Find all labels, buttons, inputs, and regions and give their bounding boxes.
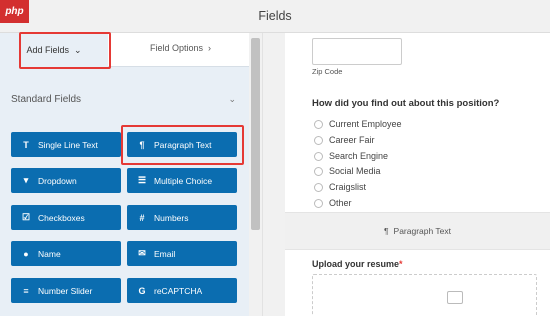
inbox-upload-icon: [447, 291, 463, 304]
required-mark: *: [399, 259, 403, 269]
radio-circle[interactable]: [314, 166, 323, 176]
option-label: Social Media: [329, 166, 381, 176]
envelope-icon: ✉: [138, 248, 146, 258]
slider-icon: ≡: [23, 285, 29, 296]
zip-code-input[interactable]: [312, 38, 402, 65]
radio-option[interactable]: Social Media: [314, 166, 381, 176]
list-icon: ☰: [137, 175, 147, 185]
button-label: Dropdown: [38, 175, 77, 186]
button-label: Checkboxes: [38, 212, 85, 223]
button-label: reCAPTCHA: [154, 285, 203, 296]
option-label: Craigslist: [329, 182, 367, 192]
tab-field-options-label: Field Options: [150, 43, 204, 53]
paragraph-field-label: Paragraph Text: [393, 226, 452, 236]
file-upload-dropzone[interactable]: [312, 274, 537, 316]
chevron-right-icon: ›: [208, 43, 212, 53]
button-label: Numbers: [154, 212, 189, 223]
tab-field-options[interactable]: Field Options ›: [150, 43, 211, 53]
scrollbar-thumb[interactable]: [251, 38, 260, 230]
button-label: Name: [38, 248, 61, 259]
radio-option[interactable]: Search Engine: [314, 151, 388, 161]
upload-label-text: Upload your resume: [312, 259, 400, 269]
option-label: Current Employee: [329, 119, 402, 129]
radio-circle[interactable]: [314, 198, 323, 208]
dropdown-icon: ▾: [23, 175, 29, 185]
page-title: Fields: [258, 9, 292, 23]
top-bar: php Fields: [0, 0, 550, 33]
text-icon: T: [23, 139, 29, 150]
question-label: How did you find out about this position…: [312, 98, 500, 109]
option-label: Search Engine: [329, 151, 389, 161]
radio-circle[interactable]: [314, 135, 323, 145]
upload-label: Upload your resume*: [312, 259, 403, 269]
add-single-line-text-button[interactable]: T Single Line Text: [11, 132, 121, 157]
user-icon: ●: [23, 248, 29, 259]
section-title: Standard Fields: [11, 94, 82, 105]
button-label: Single Line Text: [38, 139, 98, 150]
add-name-button[interactable]: ● Name: [11, 241, 121, 266]
radio-circle[interactable]: [314, 119, 323, 129]
option-label: Other: [329, 198, 352, 208]
radio-circle[interactable]: [314, 182, 323, 192]
zip-code-label: Zip Code: [312, 67, 343, 76]
paragraph-text-field-placeholder[interactable]: ¶ Paragraph Text: [285, 212, 550, 250]
button-label: Number Slider: [38, 285, 93, 296]
chevron-down-icon: ⌄: [228, 94, 236, 104]
panel-divider: [262, 33, 285, 316]
google-icon: G: [138, 285, 146, 296]
add-multiple-choice-button[interactable]: ☰ Multiple Choice: [127, 168, 237, 193]
hash-icon: #: [139, 212, 145, 223]
add-recaptcha-button[interactable]: G reCAPTCHA: [127, 278, 237, 303]
option-label: Career Fair: [329, 135, 375, 145]
radio-option[interactable]: Career Fair: [314, 135, 375, 145]
paragraph-icon: ¶: [383, 226, 389, 236]
add-number-slider-button[interactable]: ≡ Number Slider: [11, 278, 121, 303]
radio-option[interactable]: Other: [314, 198, 352, 208]
radio-option[interactable]: Current Employee: [314, 119, 402, 129]
checkbox-icon: ☑: [21, 212, 31, 222]
add-dropdown-button[interactable]: ▾ Dropdown: [11, 168, 121, 193]
radio-circle[interactable]: [314, 151, 323, 161]
add-checkboxes-button[interactable]: ☑ Checkboxes: [11, 205, 121, 230]
add-numbers-button[interactable]: # Numbers: [127, 205, 237, 230]
highlight-box-add-fields: [19, 32, 111, 69]
highlight-box-paragraph-text: [121, 125, 244, 165]
standard-fields-header[interactable]: Standard Fields ⌄: [11, 94, 236, 105]
radio-option[interactable]: Craigslist: [314, 182, 366, 192]
add-email-button[interactable]: ✉ Email: [127, 241, 237, 266]
button-label: Email: [154, 248, 176, 259]
button-label: Multiple Choice: [154, 175, 213, 186]
